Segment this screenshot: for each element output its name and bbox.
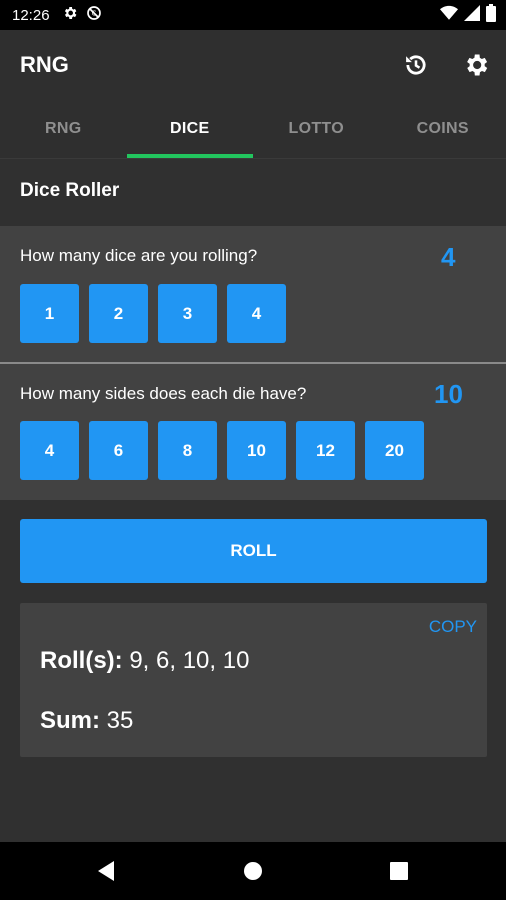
dice-sides-value: 10	[434, 379, 463, 409]
dice-sides-option-4[interactable]: 4	[20, 421, 79, 480]
dice-count-options: 1 2 3 4	[20, 284, 286, 343]
back-nav-icon[interactable]	[93, 858, 119, 884]
signal-icon	[464, 4, 480, 26]
status-bar: 12:26 C	[0, 0, 506, 30]
tab-bar: RNG DICE LOTTO COINS	[0, 100, 506, 158]
dice-count-option-3[interactable]: 3	[158, 284, 217, 343]
section-title: Dice Roller	[20, 180, 120, 201]
svg-text:C: C	[91, 9, 96, 17]
sum-line: Sum: 35	[40, 707, 133, 735]
wifi-icon	[440, 5, 458, 26]
tab-label: LOTTO	[288, 120, 344, 137]
tabs-divider	[0, 158, 506, 159]
tab-label: DICE	[170, 120, 210, 137]
settings-status-icon	[62, 5, 78, 26]
dice-count-option-4[interactable]: 4	[227, 284, 286, 343]
tab-lotto[interactable]: LOTTO	[253, 100, 380, 158]
copy-button[interactable]: COPY	[429, 617, 477, 637]
tab-rng[interactable]: RNG	[0, 100, 127, 158]
dice-sides-card: How many sides does each die have? 10 4 …	[0, 364, 506, 500]
dnd-status-icon: C	[86, 5, 102, 26]
dice-sides-options: 4 6 8 10 12 20	[20, 421, 424, 480]
recents-nav-icon[interactable]	[386, 858, 412, 884]
rolls-line: Roll(s): 9, 6, 10, 10	[40, 647, 249, 675]
dice-count-option-1[interactable]: 1	[20, 284, 79, 343]
battery-icon	[486, 3, 496, 27]
dice-count-value: 4	[441, 242, 456, 272]
roll-button[interactable]: ROLL	[20, 519, 487, 583]
dice-sides-option-6[interactable]: 6	[89, 421, 148, 480]
app-title: RNG	[20, 52, 69, 77]
result-card: COPY Roll(s): 9, 6, 10, 10 Sum: 35	[20, 603, 487, 757]
navigation-bar	[0, 842, 506, 900]
home-nav-icon[interactable]	[240, 858, 266, 884]
tab-label: RNG	[45, 120, 82, 137]
rolls-label: Roll(s):	[40, 647, 123, 674]
dice-sides-option-8[interactable]: 8	[158, 421, 217, 480]
dice-sides-question: How many sides does each die have?	[20, 384, 307, 403]
rolls-value: 9, 6, 10, 10	[129, 647, 250, 674]
dice-count-option-2[interactable]: 2	[89, 284, 148, 343]
status-time: 12:26	[12, 6, 50, 24]
tab-dice[interactable]: DICE	[126, 100, 253, 158]
history-icon[interactable]	[399, 48, 433, 82]
dice-sides-option-12[interactable]: 12	[296, 421, 355, 480]
dice-sides-option-10[interactable]: 10	[227, 421, 286, 480]
settings-icon[interactable]	[459, 48, 493, 82]
tab-label: COINS	[416, 120, 469, 137]
sum-value: 35	[106, 707, 134, 734]
dice-count-question: How many dice are you rolling?	[20, 246, 258, 265]
app-bar: RNG	[0, 30, 506, 100]
sum-label: Sum:	[40, 707, 100, 734]
dice-count-card: How many dice are you rolling? 4 1 2 3 4	[0, 226, 506, 362]
tab-coins[interactable]: COINS	[380, 100, 506, 158]
dice-sides-option-20[interactable]: 20	[365, 421, 424, 480]
